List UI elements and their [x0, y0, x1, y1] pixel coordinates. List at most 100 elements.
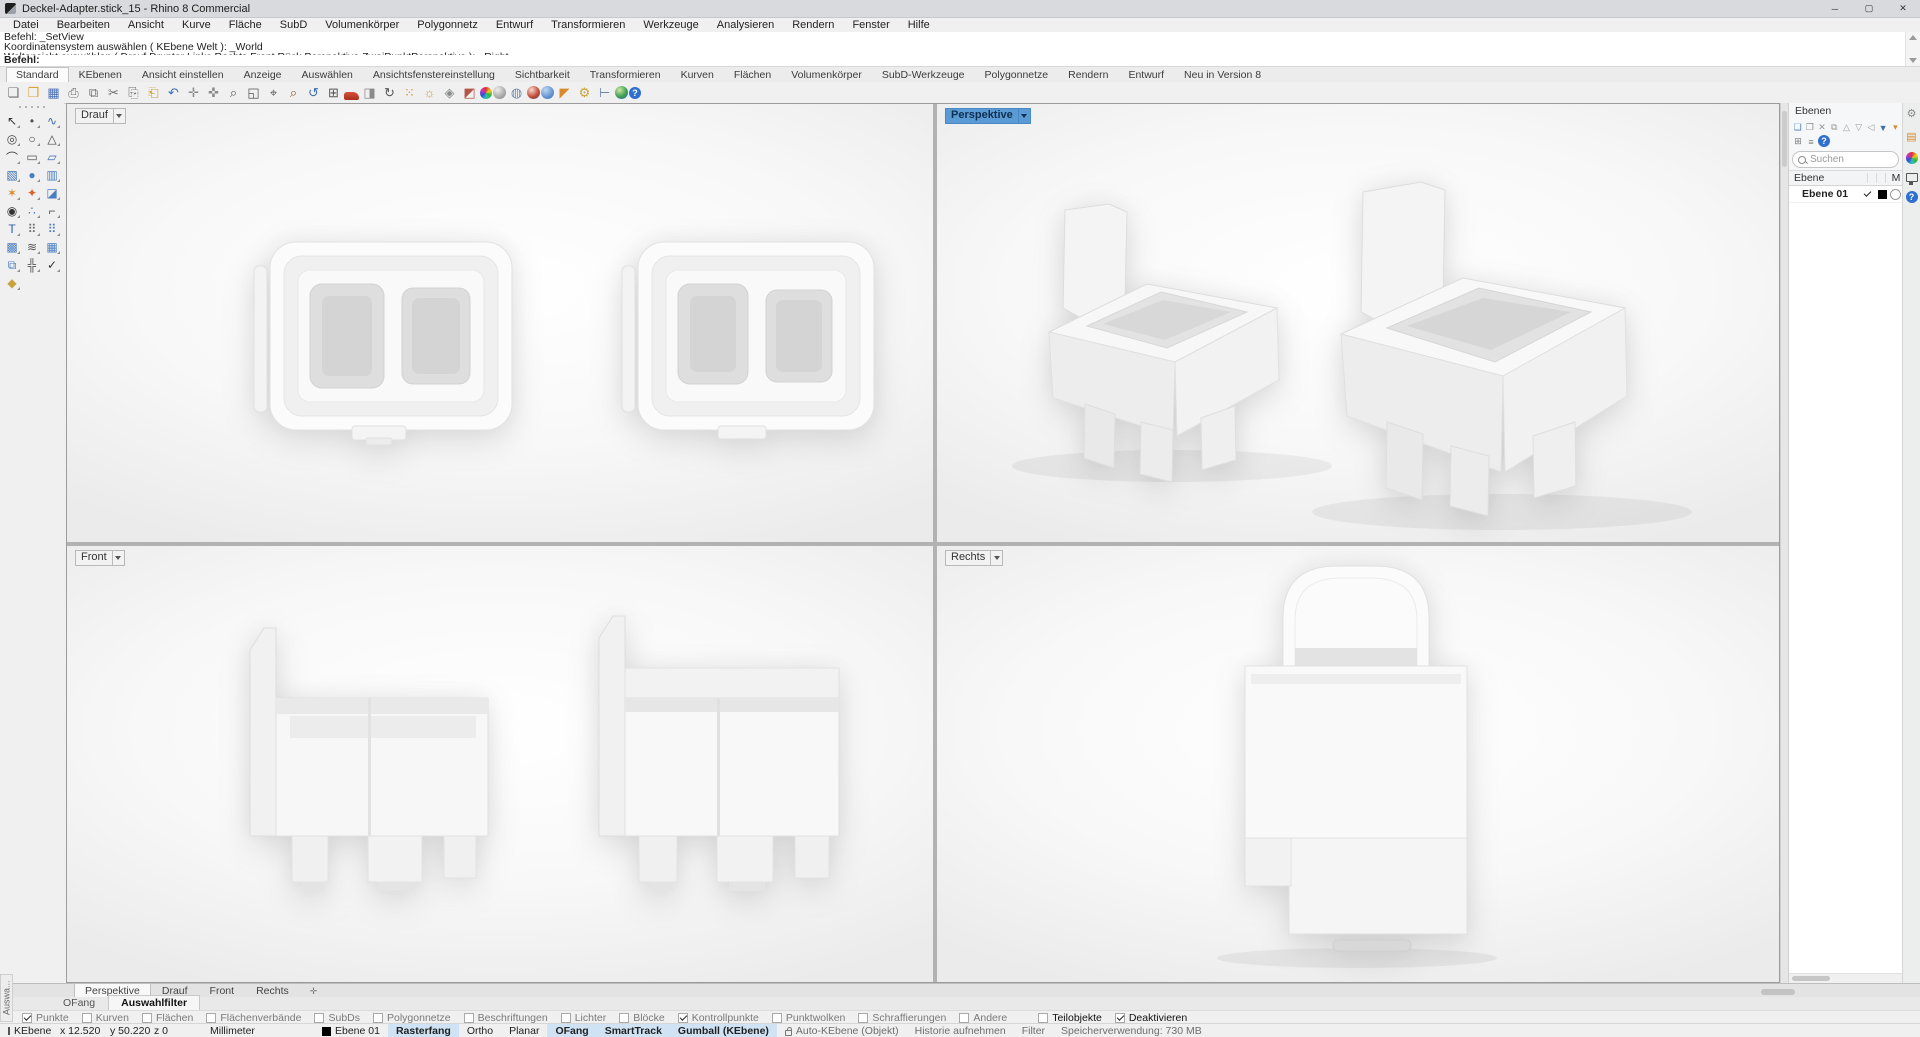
gear-icon[interactable]: ⚙ [1905, 106, 1919, 120]
wire-sphere-icon[interactable]: ◍ [507, 83, 526, 102]
current-layer-check-icon[interactable] [1863, 191, 1872, 198]
layer-color-swatch[interactable] [1878, 190, 1887, 199]
shaded-sphere-icon[interactable] [493, 86, 506, 99]
close-button[interactable]: ✕ [1886, 0, 1920, 17]
status-x[interactable]: x 12.520 [52, 1024, 102, 1037]
filter-schraffierungen[interactable]: Schraffierungen [858, 1012, 946, 1024]
split-icon[interactable]: ✦ [22, 184, 42, 202]
toggle-planar[interactable]: Planar [501, 1024, 547, 1037]
control-points-icon[interactable]: ⁙ [400, 83, 419, 102]
table-view-icon[interactable]: ⊞ [1792, 135, 1804, 148]
toolbar-tab[interactable]: Polygonnetze [975, 67, 1059, 82]
new-sublayer-icon[interactable]: ❐ [1804, 121, 1815, 134]
checkbox-icon[interactable] [464, 1013, 474, 1023]
point-icon[interactable]: • [22, 112, 42, 130]
copy-solid-icon[interactable]: ⧉ [2, 256, 22, 274]
surface-icon[interactable]: ▱ [42, 148, 62, 166]
toolbar-tab[interactable]: Volumenkörper [781, 67, 872, 82]
toggle-ortho[interactable]: Ortho [459, 1024, 501, 1037]
viewport-rechts[interactable]: Rechts [937, 546, 1779, 982]
sphere-icon[interactable]: ● [22, 166, 42, 184]
checkbox-icon[interactable] [772, 1013, 782, 1023]
menu-item[interactable]: Datei [4, 19, 48, 31]
model-perspective-view[interactable] [937, 104, 1779, 542]
checkbox-icon[interactable] [619, 1013, 629, 1023]
toolbar-tab[interactable]: Kurven [671, 67, 724, 82]
viewport-tab[interactable]: Rechts [245, 983, 300, 998]
toolbar-tab[interactable]: Ansicht einstellen [132, 67, 234, 82]
ellipse-icon[interactable]: ○ [22, 130, 42, 148]
boolean-icon[interactable]: ◉ [2, 202, 22, 220]
menu-item[interactable]: SubD [271, 19, 317, 31]
filter-kurven[interactable]: Kurven [82, 1012, 129, 1024]
layer-search-input[interactable]: Suchen [1792, 151, 1899, 168]
filter-icon[interactable]: ▼ [1878, 121, 1889, 134]
flag-icon[interactable]: ◤ [555, 83, 574, 102]
checkbox-icon[interactable] [561, 1013, 571, 1023]
toggle-ofang[interactable]: OFang [547, 1024, 596, 1037]
toolbar-tab[interactable]: Ansichtsfenstereinstellung [363, 67, 505, 82]
viewport-menu-icon[interactable] [1018, 109, 1030, 123]
viewport-menu-icon[interactable] [990, 551, 1002, 565]
toolbar-tab[interactable]: Auswählen [292, 67, 363, 82]
command-scrollbar[interactable] [1905, 32, 1920, 66]
drafting-icon[interactable]: ◨ [360, 83, 379, 102]
toolbar-drag-handle[interactable] [19, 106, 45, 108]
filter-kontrollpunkte[interactable]: Kontrollpunkte [678, 1012, 759, 1024]
toggle-rasterfang[interactable]: Rasterfang [388, 1024, 459, 1037]
explode-icon[interactable]: ✶ [2, 184, 22, 202]
hierarchy-icon[interactable]: ⊢ [595, 83, 614, 102]
toolbar-tab[interactable]: Entwurf [1118, 67, 1174, 82]
delete-layer-icon[interactable]: ✕ [1816, 121, 1827, 134]
circle-icon[interactable]: ◎ [2, 130, 22, 148]
extrude-icon[interactable]: ◪ [42, 184, 62, 202]
filter-punkte[interactable]: Punkte [22, 1012, 69, 1024]
layer-row[interactable]: Ebene 01 [1789, 186, 1902, 202]
toolbar-tab[interactable]: SubD-Werkzeuge [872, 67, 975, 82]
toggle-filter[interactable]: Filter [1014, 1024, 1053, 1037]
minimize-button[interactable]: ─ [1818, 0, 1852, 17]
viewport-perspektive[interactable]: Perspektive [937, 104, 1779, 542]
freeform-icon[interactable]: ▭ [22, 148, 42, 166]
filter-bloecke[interactable]: Blöcke [619, 1012, 665, 1024]
checkbox-icon[interactable] [1038, 1013, 1048, 1023]
viewport-layout-icon[interactable]: ⊞ [324, 83, 343, 102]
new-layer-icon[interactable]: ❏ [1792, 121, 1803, 134]
cut-icon[interactable]: ✂ [104, 83, 123, 102]
menu-item[interactable]: Ansicht [119, 19, 173, 31]
toggle-gumball[interactable]: Gumball (KEbene) [670, 1024, 777, 1037]
viewport-drauf[interactable]: Drauf [67, 104, 933, 542]
loft-icon[interactable]: ≋ [22, 238, 42, 256]
menu-item[interactable]: Analysieren [708, 19, 783, 31]
layer-material-icon[interactable] [1890, 189, 1901, 200]
points-group-icon[interactable]: ∴ [22, 202, 42, 220]
checkbox-icon[interactable] [678, 1013, 688, 1023]
toolbar-tab[interactable]: Transformieren [580, 67, 671, 82]
gears-icon[interactable]: ⚙ [575, 83, 594, 102]
rotate-view-icon[interactable]: ✜ [204, 83, 223, 102]
text-icon[interactable]: T [2, 220, 22, 238]
menu-item[interactable]: Volumenkörper [316, 19, 408, 31]
car-icon[interactable] [344, 92, 359, 100]
viewport-panel-icon[interactable] [1906, 173, 1918, 182]
menu-item[interactable]: Bearbeiten [48, 19, 119, 31]
menu-item[interactable]: Fläche [220, 19, 271, 31]
checkbox-icon[interactable] [1115, 1013, 1125, 1023]
undo-view-icon[interactable]: ↺ [304, 83, 323, 102]
horizontal-scroll-thumb[interactable] [1761, 989, 1795, 995]
model-top-view[interactable] [67, 104, 933, 542]
move-points-icon[interactable]: ⠿ [22, 220, 42, 238]
scroll-up-icon[interactable] [1909, 35, 1917, 40]
list-view-icon[interactable]: ≡ [1805, 135, 1817, 148]
paste-icon[interactable]: ⎗ [144, 83, 163, 102]
shade-icon[interactable]: ◩ [460, 83, 479, 102]
filter-punktwolken[interactable]: Punktwolken [772, 1012, 846, 1024]
toggle-history[interactable]: Historie aufnehmen [907, 1024, 1014, 1037]
menu-item[interactable]: Polygonnetz [408, 19, 487, 31]
zoom-selected-icon[interactable]: ⌖ [264, 83, 283, 102]
viewport-label-perspektive[interactable]: Perspektive [945, 108, 1031, 124]
surface-tools-icon[interactable]: ▩ [2, 238, 22, 256]
lock-toolbar-icon[interactable]: ◈ [440, 83, 459, 102]
export-icon[interactable]: ⧉ [84, 83, 103, 102]
filter-lichter[interactable]: Lichter [561, 1012, 607, 1024]
